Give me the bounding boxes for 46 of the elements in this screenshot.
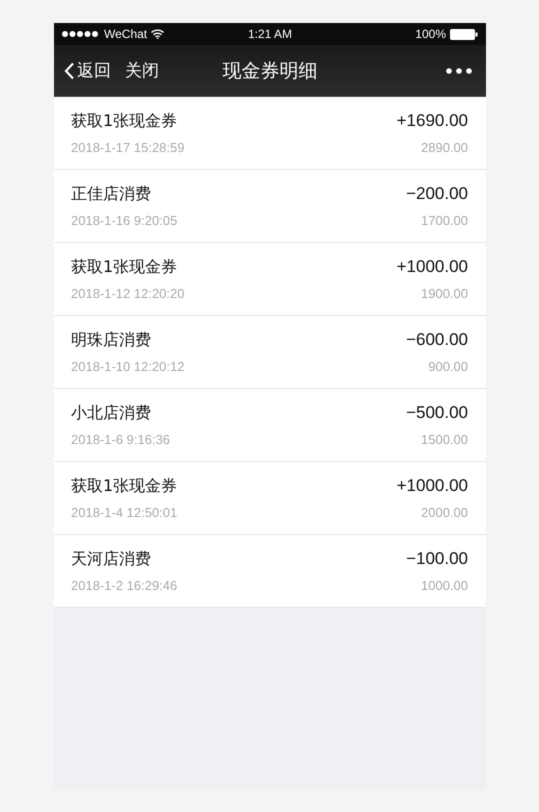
record-row[interactable]: 获取1张现金券 +1000.00 2018-1-12 12:20:20 1900.00 [54,243,486,316]
record-title: 获取1张现金券 [71,476,178,497]
record-row[interactable]: 明珠店消费 −600.00 2018-1-10 12:20:12 900.00 [54,316,486,389]
more-icon [446,68,472,74]
record-amount: −600.00 [406,330,468,350]
record-amount: +1690.00 [396,111,468,131]
record-balance: 900.00 [428,359,468,374]
record-amount: −200.00 [406,184,468,204]
record-balance: 1000.00 [421,578,468,593]
record-time: 2018-1-17 15:28:59 [71,140,184,155]
record-title: 获取1张现金券 [71,111,178,132]
record-title: 天河店消费 [71,549,151,570]
record-time: 2018-1-6 9:16:36 [71,432,170,447]
battery-icon [450,28,478,40]
record-balance: 1500.00 [421,432,468,447]
record-row[interactable]: 天河店消费 −100.00 2018-1-2 16:29:46 1000.00 [54,535,486,608]
record-balance: 1900.00 [421,286,468,301]
record-amount: −500.00 [406,403,468,423]
record-time: 2018-1-12 12:20:20 [71,286,184,301]
record-time: 2018-1-4 12:50:01 [71,505,178,520]
record-row[interactable]: 小北店消费 −500.00 2018-1-6 9:16:36 1500.00 [54,389,486,462]
record-balance: 2000.00 [421,505,468,520]
signal-icon [62,31,100,37]
back-chevron-icon [64,62,75,80]
record-amount: −100.00 [406,549,468,569]
page-title: 现金券明细 [222,58,318,84]
record-title: 正佳店消费 [71,184,151,205]
record-balance: 1700.00 [421,213,468,228]
record-time: 2018-1-10 12:20:12 [71,359,184,374]
record-row[interactable]: 获取1张现金券 +1000.00 2018-1-4 12:50:01 2000.00 [54,462,486,535]
record-time: 2018-1-16 9:20:05 [71,213,178,228]
record-time: 2018-1-2 16:29:46 [71,578,178,593]
record-amount: +1000.00 [396,257,468,277]
record-row[interactable]: 获取1张现金券 +1690.00 2018-1-17 15:28:59 2890.00 [54,97,486,170]
record-title: 小北店消费 [71,403,151,424]
record-row[interactable]: 正佳店消费 −200.00 2018-1-16 9:20:05 1700.00 [54,170,486,243]
record-title: 获取1张现金券 [71,257,178,278]
record-balance: 2890.00 [421,140,468,155]
close-button[interactable]: 关闭 [125,59,159,82]
battery-percent: 100% [415,27,446,41]
wifi-icon [151,29,164,39]
back-button[interactable]: 返回 [64,59,111,82]
record-amount: +1000.00 [396,476,468,496]
record-title: 明珠店消费 [71,330,151,351]
carrier-name: WeChat [104,27,148,41]
status-time: 1:21 AM [248,27,292,41]
